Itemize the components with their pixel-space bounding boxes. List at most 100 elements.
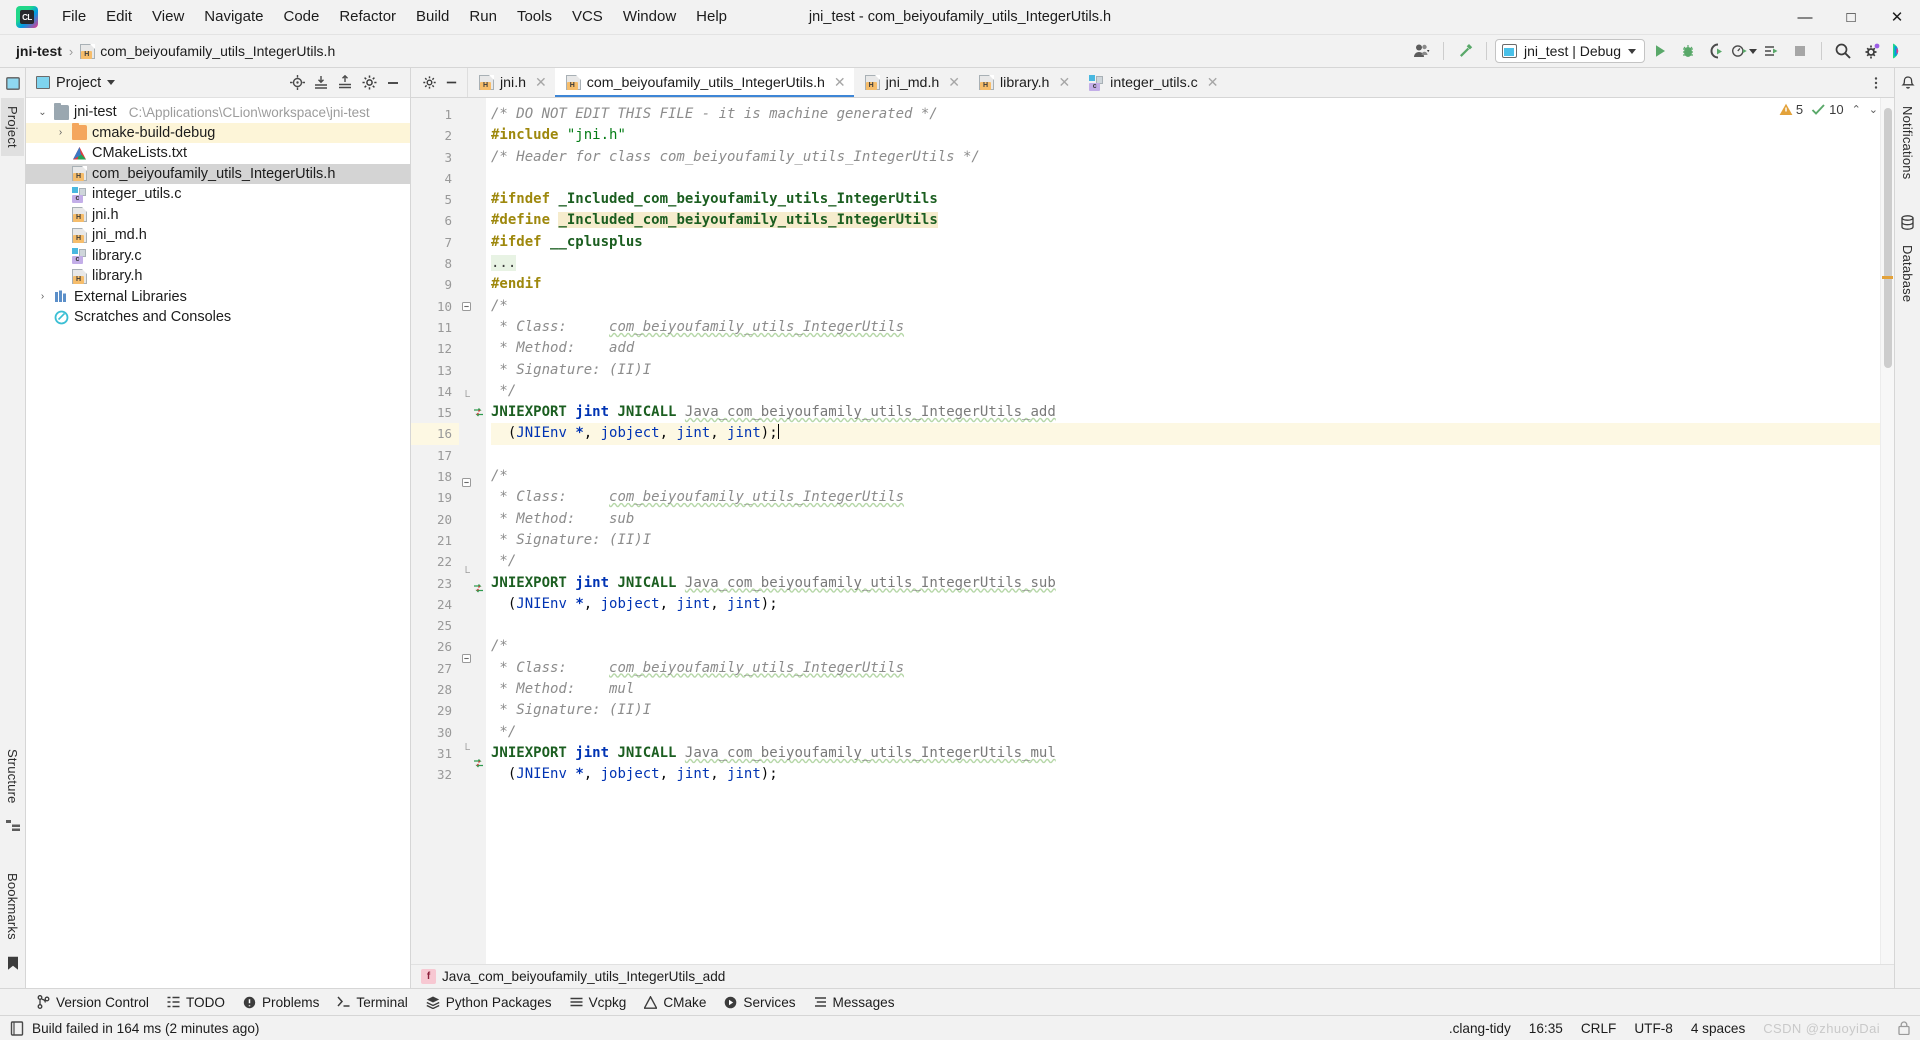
menu-item-refactor[interactable]: Refactor xyxy=(329,4,406,30)
user-account-icon[interactable] xyxy=(1409,38,1435,64)
attach-to-process-icon[interactable] xyxy=(1759,38,1785,64)
code-line[interactable]: */ xyxy=(491,551,1880,572)
close-icon[interactable]: ✕ xyxy=(948,74,960,91)
editor-breadcrumb[interactable]: f Java_com_beiyoufamily_utils_IntegerUti… xyxy=(411,964,1894,988)
menu-item-help[interactable]: Help xyxy=(686,4,737,30)
code-line[interactable]: * Signature: (II)I xyxy=(491,700,1880,721)
debug-icon[interactable] xyxy=(1675,38,1701,64)
code-line[interactable]: #ifdef __cplusplus xyxy=(491,232,1880,253)
breadcrumb-item-file[interactable]: H com_beiyoufamily_utils_IntegerUtils.h xyxy=(76,41,339,61)
tool-window-button[interactable]: Python Packages xyxy=(417,992,561,1013)
tree-node[interactable]: c integer_utils.c xyxy=(26,184,410,205)
tree-node[interactable]: › cmake-build-debug xyxy=(26,122,410,143)
chevron-up-icon[interactable]: ⌃ xyxy=(1852,103,1861,116)
gutter-impl-icon[interactable] xyxy=(473,583,486,604)
code-line[interactable]: /* xyxy=(491,466,1880,487)
code-line[interactable]: * Signature: (II)I xyxy=(491,360,1880,381)
sidebar-item-project[interactable]: Project xyxy=(1,98,24,156)
settings-gear-icon[interactable] xyxy=(1858,38,1884,64)
menu-item-build[interactable]: Build xyxy=(406,4,459,30)
inspection-widget[interactable]: 5 10 ⌃ ⌄ xyxy=(1779,102,1878,117)
error-stripe-marker[interactable] xyxy=(1882,276,1893,279)
sidebar-item-bookmarks[interactable]: Bookmarks xyxy=(1,865,24,948)
code-line[interactable]: #ifndef _Included_com_beiyoufamily_utils… xyxy=(491,189,1880,210)
gutter-marker-column[interactable] xyxy=(473,98,486,964)
code-line[interactable]: JNIEXPORT jint JNICALL Java_com_beiyoufa… xyxy=(491,743,1880,764)
code-line[interactable]: (JNIEnv *, jobject, jint, jint); xyxy=(491,764,1880,785)
code-line[interactable]: ... xyxy=(491,253,1880,274)
run-icon[interactable] xyxy=(1647,38,1673,64)
editor-tab[interactable]: Hjni_md.h ✕ xyxy=(854,68,968,97)
tool-window-button[interactable]: Services xyxy=(715,992,804,1013)
tree-node[interactable]: Scratches and Consoles xyxy=(26,307,410,328)
fold-start-icon[interactable] xyxy=(459,478,473,499)
chevron-down-icon[interactable]: ⌄ xyxy=(1869,103,1878,116)
tree-node[interactable]: ⌄ jni-test C:\Applications\CLion\workspace… xyxy=(26,102,410,123)
code-folding-gutter[interactable]: └ └ └ xyxy=(459,98,473,964)
check-count[interactable]: 10 xyxy=(1811,102,1844,117)
tree-node[interactable]: › External Libraries xyxy=(26,287,410,308)
code-line[interactable]: * Class: com_beiyoufamily_utils_IntegerU… xyxy=(491,658,1880,679)
code-line[interactable]: * Class: com_beiyoufamily_utils_IntegerU… xyxy=(491,317,1880,338)
run-with-coverage-icon[interactable] xyxy=(1703,38,1729,64)
status-item[interactable]: CRLF xyxy=(1581,1021,1617,1036)
close-icon[interactable]: ✕ xyxy=(1058,74,1070,91)
close-icon[interactable]: ✕ xyxy=(535,74,547,91)
editor-tab[interactable]: Hlibrary.h ✕ xyxy=(968,68,1078,97)
code-line[interactable] xyxy=(491,168,1880,189)
code-line[interactable]: #include "jni.h" xyxy=(491,125,1880,146)
code-line[interactable]: */ xyxy=(491,722,1880,743)
menu-item-window[interactable]: Window xyxy=(613,4,686,30)
code-line[interactable]: #define _Included_com_beiyoufamily_utils… xyxy=(491,210,1880,231)
gutter-impl-icon[interactable] xyxy=(473,758,486,779)
code-line[interactable]: * Class: com_beiyoufamily_utils_IntegerU… xyxy=(491,487,1880,508)
tool-window-button[interactable]: TODO xyxy=(158,992,234,1013)
scrollbar-thumb[interactable] xyxy=(1884,108,1892,368)
menu-item-file[interactable]: File xyxy=(52,4,96,30)
fold-start-icon[interactable] xyxy=(459,654,473,675)
sidebar-item-structure[interactable]: Structure xyxy=(1,741,24,812)
run-configuration-selector[interactable]: jni_test | Debug xyxy=(1494,39,1645,63)
stop-icon[interactable] xyxy=(1787,38,1813,64)
menu-item-tools[interactable]: Tools xyxy=(507,4,562,30)
editor-tab[interactable]: c integer_utils.c ✕ xyxy=(1078,68,1226,97)
code-line[interactable]: */ xyxy=(491,381,1880,402)
menu-item-edit[interactable]: Edit xyxy=(96,4,142,30)
maximize-button[interactable]: □ xyxy=(1828,0,1874,34)
build-hammer-icon[interactable] xyxy=(1452,38,1478,64)
chevron-down-icon[interactable] xyxy=(107,80,116,85)
breadcrumb-item-project[interactable]: jni-test xyxy=(12,41,66,61)
fold-end-icon[interactable]: └ xyxy=(459,740,473,761)
fold-start-icon[interactable] xyxy=(459,301,473,323)
tree-node[interactable]: Hcom_beiyoufamily_utils_IntegerUtils.h xyxy=(26,163,410,184)
status-item[interactable]: 16:35 xyxy=(1529,1021,1563,1036)
code-line[interactable] xyxy=(491,615,1880,636)
editor-tab[interactable]: Hjni.h ✕ xyxy=(468,68,555,97)
close-icon[interactable]: ✕ xyxy=(834,74,846,91)
code-line[interactable]: #endif xyxy=(491,274,1880,295)
expand-arrow-icon[interactable]: ⌄ xyxy=(36,107,49,118)
ai-assistant-icon[interactable] xyxy=(1886,38,1912,64)
menu-item-view[interactable]: View xyxy=(142,4,194,30)
settings-icon[interactable] xyxy=(419,73,439,93)
tree-node[interactable]: Hjni.h xyxy=(26,205,410,226)
close-icon[interactable]: ✕ xyxy=(1207,74,1219,91)
expand-arrow-icon[interactable]: › xyxy=(36,291,49,302)
profiler-icon[interactable] xyxy=(1731,38,1757,64)
code-line[interactable] xyxy=(491,445,1880,466)
code-line[interactable]: * Method: sub xyxy=(491,509,1880,530)
menu-item-code[interactable]: Code xyxy=(273,4,329,30)
database-icon[interactable] xyxy=(1899,213,1917,231)
fold-end-icon[interactable]: └ xyxy=(459,563,473,584)
code-line[interactable]: * Method: add xyxy=(491,338,1880,359)
fold-end-icon[interactable]: └ xyxy=(459,387,473,408)
code-line[interactable]: * Method: mul xyxy=(491,679,1880,700)
code-line[interactable]: /* Header for class com_beiyoufamily_uti… xyxy=(491,147,1880,168)
tool-window-button[interactable]: CMake xyxy=(635,992,715,1013)
expand-arrow-icon[interactable]: › xyxy=(54,127,67,138)
code-line[interactable]: JNIEXPORT jint JNICALL Java_com_beiyoufa… xyxy=(491,402,1880,423)
settings-icon[interactable] xyxy=(358,72,380,94)
editor-scrollbar[interactable] xyxy=(1880,98,1894,964)
close-button[interactable]: ✕ xyxy=(1874,0,1920,34)
code-line[interactable]: /* xyxy=(491,636,1880,657)
